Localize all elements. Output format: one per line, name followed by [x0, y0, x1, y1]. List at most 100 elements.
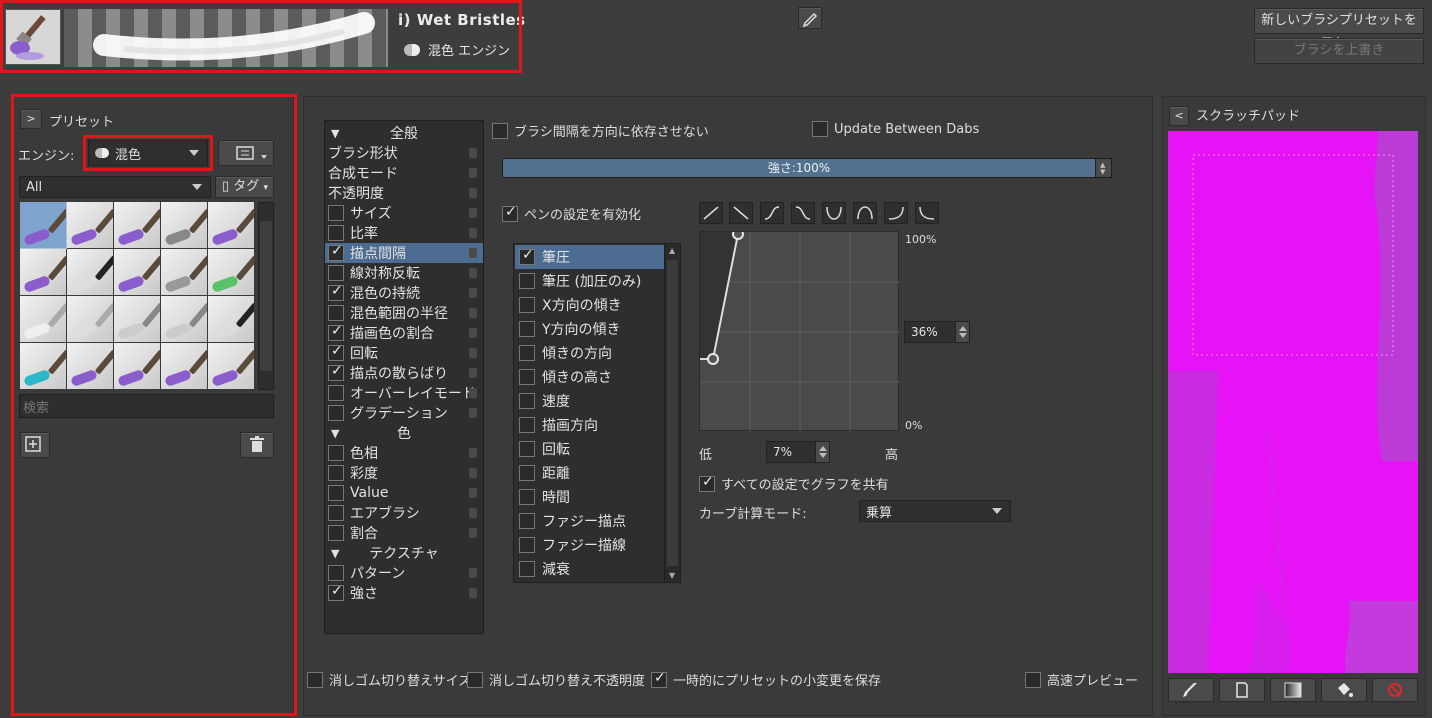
preset-thumbnail[interactable] — [161, 202, 207, 248]
update-between-dabs-checkbox[interactable] — [812, 121, 828, 137]
brush-option-checkbox[interactable] — [328, 485, 344, 501]
scratchpad-fill-button[interactable] — [1321, 678, 1367, 702]
sensor-checkbox[interactable] — [519, 537, 535, 553]
brush-option-checkbox[interactable] — [328, 505, 344, 521]
preset-thumbnail[interactable] — [67, 296, 113, 342]
brush-option-item[interactable]: 描点間隔 — [325, 243, 483, 263]
curve-preset-linear[interactable] — [699, 202, 723, 224]
fast-preview-option[interactable]: 高速プレビュー — [1025, 670, 1138, 689]
lock-icon[interactable] — [469, 568, 477, 578]
brush-option-checkbox[interactable] — [328, 385, 344, 401]
preset-thumbnail[interactable] — [161, 249, 207, 295]
curve-preset-hill[interactable] — [853, 202, 877, 224]
section-collapse-icon[interactable]: ▼ — [331, 427, 339, 440]
no-direction-spacing-checkbox[interactable] — [492, 122, 508, 139]
scroll-down-icon[interactable]: ▼ — [669, 571, 675, 580]
brush-option-item[interactable]: 彩度 — [325, 463, 483, 483]
brush-option-item[interactable]: パターン — [325, 563, 483, 583]
brush-option-item[interactable]: 描点の散らばり — [325, 363, 483, 383]
brush-option-item[interactable]: 混色の持続 — [325, 283, 483, 303]
lock-icon[interactable] — [469, 228, 477, 238]
spinner-arrows[interactable] — [955, 322, 969, 342]
strength-slider-spinner[interactable]: ▲ ▼ — [1095, 159, 1111, 177]
curve-editor[interactable] — [699, 228, 900, 432]
brush-option-item[interactable]: サイズ — [325, 203, 483, 223]
sensor-item[interactable]: ファジー描線 — [515, 533, 664, 557]
preset-thumbnail[interactable] — [20, 343, 66, 389]
save-temp-changes-option[interactable]: 一時的にプリセットの小変更を保存 — [651, 670, 881, 689]
brush-option-item[interactable]: Value — [325, 483, 483, 503]
options-section-header[interactable]: ▼ 全般 — [325, 123, 483, 143]
curve-preset-inverse-s[interactable] — [791, 202, 815, 224]
curve-mode-select[interactable]: 乗算 — [859, 500, 1011, 522]
preset-expand-button[interactable]: > — [20, 109, 42, 129]
eraser-opacity-option[interactable]: 消しゴム切り替え不透明度 — [467, 670, 645, 689]
eraser-size-checkbox[interactable] — [307, 671, 323, 688]
preset-thumbnail[interactable] — [67, 202, 113, 248]
sensor-checkbox[interactable] — [519, 441, 535, 457]
sensor-item[interactable]: X方向の傾き — [515, 293, 664, 317]
brush-preset-thumbnail[interactable] — [5, 9, 61, 65]
eraser-size-option[interactable]: 消しゴム切り替えサイズ — [307, 670, 471, 689]
lock-icon[interactable] — [469, 408, 477, 418]
sensor-item[interactable]: Y方向の傾き — [515, 317, 664, 341]
lock-icon[interactable] — [469, 528, 477, 538]
brush-option-checkbox[interactable] — [328, 323, 344, 341]
brush-option-item[interactable]: 合成モード — [325, 163, 483, 183]
share-curve-checkbox[interactable] — [699, 474, 715, 492]
scratchpad-brush-button[interactable] — [1168, 678, 1214, 702]
preset-thumbnail[interactable] — [114, 296, 160, 342]
brush-option-item[interactable]: 不透明度 — [325, 183, 483, 203]
preset-thumbnail[interactable] — [20, 296, 66, 342]
brush-option-item[interactable]: 混色範囲の半径 — [325, 303, 483, 323]
sensor-item[interactable]: 速度 — [515, 389, 664, 413]
brush-option-item[interactable]: 色相 — [325, 443, 483, 463]
scrollbar-thumb[interactable] — [260, 221, 272, 371]
curve-preset-ease-in[interactable] — [915, 202, 939, 224]
brush-option-checkbox[interactable] — [328, 583, 344, 601]
save-temp-changes-checkbox[interactable] — [651, 670, 667, 688]
lock-icon[interactable] — [469, 268, 477, 278]
preset-thumbnail[interactable] — [161, 296, 207, 342]
brush-option-checkbox[interactable] — [328, 525, 344, 541]
brush-option-item[interactable]: 描画色の割合 — [325, 323, 483, 343]
lock-icon[interactable] — [469, 168, 477, 178]
no-direction-spacing-option[interactable]: ブラシ間隔を方向に依存させない — [492, 121, 709, 140]
lock-icon[interactable] — [469, 588, 477, 598]
update-between-dabs-option[interactable]: Update Between Dabs — [812, 121, 979, 137]
scratchpad-clear-button[interactable] — [1219, 678, 1265, 702]
enable-pen-settings-checkbox[interactable] — [502, 204, 518, 222]
brush-option-checkbox[interactable] — [328, 243, 344, 261]
curve-y-spinbox[interactable]: 36% — [904, 321, 970, 343]
sensor-item[interactable]: 時間 — [515, 485, 664, 509]
save-new-preset-button[interactable]: 新しいブラシプリセットを保存... — [1254, 8, 1424, 52]
sensor-item[interactable]: 傾きの方向 — [515, 341, 664, 365]
brush-option-item[interactable]: エアブラシ — [325, 503, 483, 523]
section-collapse-icon[interactable]: ▼ — [331, 127, 339, 140]
brush-option-item[interactable]: 比率 — [325, 223, 483, 243]
sensor-item[interactable]: 回転 — [515, 437, 664, 461]
options-section-header[interactable]: ▼ 色 — [325, 423, 483, 443]
scratchpad-gradient-button[interactable] — [1270, 678, 1316, 702]
brush-option-item[interactable]: 強さ — [325, 583, 483, 603]
preset-thumbnail[interactable] — [20, 202, 67, 249]
sensor-item[interactable]: 減衰 — [515, 557, 664, 581]
delete-preset-button[interactable] — [240, 432, 274, 458]
enable-pen-settings-option[interactable]: ペンの設定を有効化 — [502, 204, 641, 223]
preset-thumbnail[interactable] — [208, 296, 254, 342]
curve-x-spinbox[interactable]: 7% — [766, 441, 830, 463]
brush-option-checkbox[interactable] — [328, 363, 344, 381]
sensor-checkbox[interactable] — [519, 297, 535, 313]
tag-button[interactable]: ▯ タグ ▾ — [215, 176, 274, 198]
preset-thumbnail[interactable] — [161, 343, 207, 389]
brush-option-item[interactable]: 回転 — [325, 343, 483, 363]
preset-thumbnail[interactable] — [67, 249, 113, 295]
brush-option-checkbox[interactable] — [328, 225, 344, 241]
brush-option-item[interactable]: 割合 — [325, 523, 483, 543]
preset-thumbnail[interactable] — [114, 202, 160, 248]
sensor-checkbox[interactable] — [519, 273, 535, 289]
lock-icon[interactable] — [469, 388, 477, 398]
brush-option-checkbox[interactable] — [328, 205, 344, 221]
spinner-arrows[interactable] — [815, 442, 829, 462]
lock-icon[interactable] — [469, 328, 477, 338]
